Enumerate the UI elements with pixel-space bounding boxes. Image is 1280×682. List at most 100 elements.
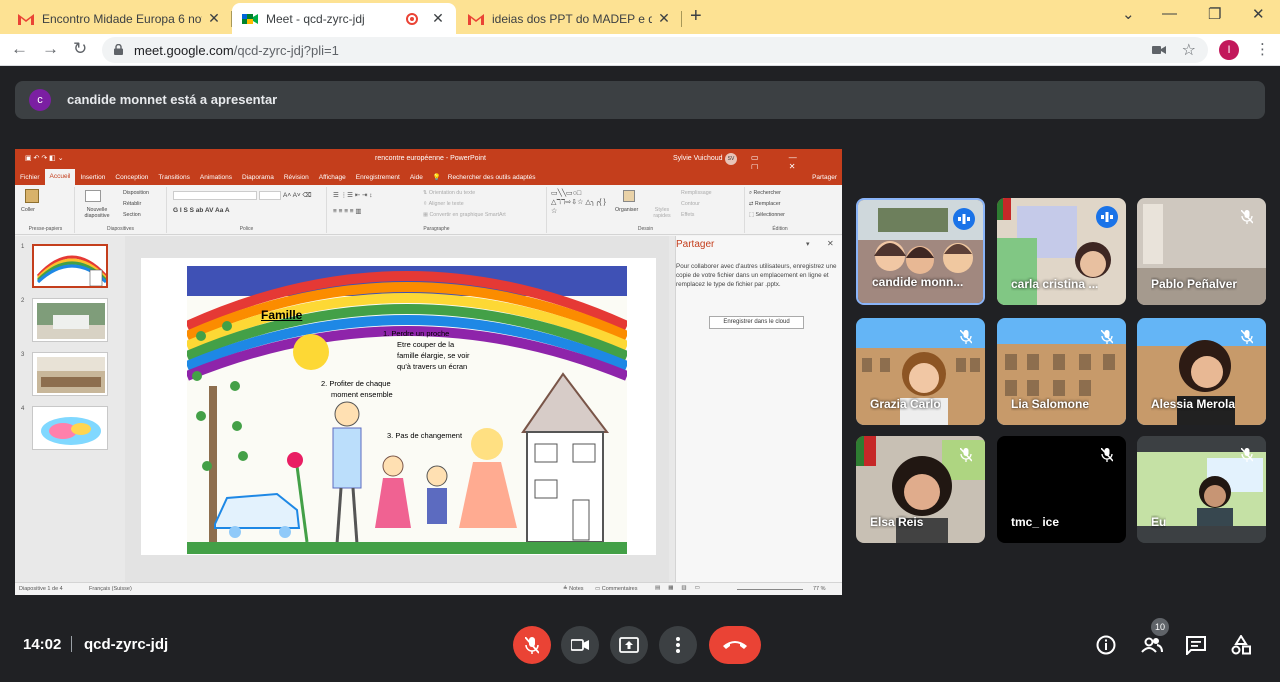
- font-size-box[interactable]: [259, 191, 281, 200]
- new-slide-icon[interactable]: [85, 190, 101, 202]
- restore-icon[interactable]: ❐: [1208, 5, 1221, 23]
- align-text-button[interactable]: ⇳ Aligner le texte: [423, 201, 464, 207]
- participant-tile[interactable]: Lia Salomone: [997, 318, 1126, 425]
- activities-button[interactable]: [1228, 632, 1254, 658]
- minimize-icon[interactable]: —: [1162, 5, 1177, 22]
- zoom-level[interactable]: 77 %: [813, 586, 826, 592]
- ppt-tab[interactable]: Révision: [279, 174, 314, 181]
- layout-button[interactable]: Disposition: [123, 190, 149, 196]
- paste-button[interactable]: Coller: [21, 207, 35, 213]
- replace-button[interactable]: ⇄ Remplacer: [749, 201, 781, 207]
- section-button[interactable]: Section: [123, 212, 141, 218]
- slide-thumbnail-4[interactable]: [32, 406, 108, 450]
- ppt-share-tab[interactable]: Partager: [807, 174, 842, 181]
- ppt-tab[interactable]: Diaporama: [237, 174, 279, 181]
- slide-number: 1: [21, 244, 25, 250]
- ppt-tab[interactable]: Affichage: [314, 174, 351, 181]
- participant-tile[interactable]: tmc_ ice: [997, 436, 1126, 543]
- close-tab-icon[interactable]: ✕: [430, 10, 446, 27]
- paste-icon[interactable]: [25, 189, 39, 203]
- ppt-tab[interactable]: Transitions: [153, 174, 195, 181]
- close-pane-icon[interactable]: ✕: [827, 239, 834, 248]
- align-icons[interactable]: ≡ ≡ ≡ ≡ ▥: [333, 207, 362, 215]
- hang-up-icon: [723, 641, 747, 649]
- fill-button[interactable]: Remplissage: [681, 190, 712, 196]
- leave-call-button[interactable]: [709, 626, 761, 664]
- browser-tab-gmail-2[interactable]: ideias dos PPT do MADEP e do M ✕: [458, 3, 682, 34]
- close-window-icon[interactable]: ✕: [1252, 5, 1265, 23]
- close-tab-icon[interactable]: ✕: [656, 10, 672, 27]
- participant-tile[interactable]: Eu: [1137, 436, 1266, 543]
- slide-thumbnail-3[interactable]: [32, 352, 108, 396]
- chat-button[interactable]: [1183, 632, 1209, 658]
- ppt-tab[interactable]: Aide: [405, 174, 428, 181]
- participant-tile[interactable]: Elsa Reis: [856, 436, 985, 543]
- font-group: A˄ A˅ ⌫ G I S S ab AV Aa A Police: [167, 187, 327, 233]
- address-bar[interactable]: meet.google.com/qcd-zyrc-jdj?pli=1 ☆: [102, 37, 1208, 63]
- comments-button[interactable]: ▭ Commentaires: [595, 586, 638, 592]
- quick-styles-button[interactable]: Styles rapides: [651, 207, 673, 219]
- ppt-tab[interactable]: Fichier: [15, 174, 45, 181]
- camera-toggle-button[interactable]: [561, 626, 599, 664]
- new-tab-button[interactable]: +: [690, 5, 702, 28]
- font-format-icons[interactable]: G I S S ab AV Aa A: [173, 207, 230, 214]
- font-name-box[interactable]: [173, 191, 257, 200]
- slide-thumbnail-1[interactable]: [32, 244, 108, 288]
- meeting-details-button[interactable]: [1093, 632, 1119, 658]
- shapes-gallery[interactable]: ▭╲╲▭○□ △ℸℸ⇨⇩☆ △╮╭{ }☆: [551, 189, 611, 216]
- profile-avatar[interactable]: I: [1219, 40, 1239, 60]
- ppt-tell-me[interactable]: 💡 Rechercher des outils adaptés: [428, 173, 546, 181]
- participant-tile[interactable]: Alessia Merola: [1137, 318, 1266, 425]
- pane-options-icon[interactable]: ▾: [806, 240, 810, 248]
- new-slide-button[interactable]: Nouvelle diapositive: [77, 207, 117, 219]
- zoom-slider[interactable]: [737, 589, 803, 590]
- outline-button[interactable]: Contour: [681, 201, 700, 207]
- back-icon[interactable]: ←: [11, 39, 28, 59]
- forward-icon[interactable]: →: [42, 39, 59, 59]
- participant-tile[interactable]: candide monn...: [856, 198, 985, 305]
- bookmark-star-icon[interactable]: ☆: [1182, 40, 1196, 60]
- activities-icon: [1231, 635, 1251, 655]
- participant-tile[interactable]: Grazia Carlo: [856, 318, 985, 425]
- notes-button[interactable]: ≜ Notes: [563, 586, 584, 592]
- reload-icon[interactable]: ↻: [73, 39, 87, 59]
- ppt-tab[interactable]: Insertion: [75, 174, 110, 181]
- text-direction-button[interactable]: ⇅ Orientation du texte: [423, 190, 475, 196]
- font-size-icons[interactable]: A˄ A˅ ⌫: [283, 191, 312, 199]
- microphone-toggle-button[interactable]: [513, 626, 551, 664]
- find-button[interactable]: ⌕ Rechercher: [749, 190, 781, 197]
- browser-tab-gmail-1[interactable]: Encontro Midade Europa 6 nove ✕: [8, 3, 232, 34]
- ppt-tab-active[interactable]: Accueil: [44, 169, 76, 185]
- tab-search-icon[interactable]: ⌄: [1122, 5, 1135, 23]
- mic-off-icon: [955, 444, 977, 466]
- group-label: Paragraphe: [423, 226, 450, 232]
- gmail-icon: [18, 13, 34, 25]
- participant-tile[interactable]: carla cristina ...: [997, 198, 1126, 305]
- save-to-cloud-button[interactable]: Enregistrer dans le cloud: [709, 316, 804, 329]
- tab-title: ideias dos PPT do MADEP e do M: [492, 11, 652, 26]
- smartart-button[interactable]: ▦ Convertir en graphique SmartArt: [423, 212, 506, 218]
- camera-in-use-icon[interactable]: [1152, 45, 1166, 55]
- view-buttons[interactable]: ▤▦▥▭: [655, 585, 708, 591]
- close-tab-icon[interactable]: ✕: [206, 10, 222, 27]
- effects-button[interactable]: Effets: [681, 212, 694, 218]
- participant-name: Elsa Reis: [870, 515, 924, 529]
- slide-thumbnail-2[interactable]: [32, 298, 108, 342]
- current-slide[interactable]: Famille 1. Perdre un proche Etre couper …: [141, 258, 656, 555]
- ppt-tab[interactable]: Enregistrement: [351, 174, 405, 181]
- ppt-tab[interactable]: Animations: [195, 174, 237, 181]
- meeting-code: qcd-zyrc-jdj: [84, 636, 169, 653]
- ppt-tab[interactable]: Conception: [110, 174, 153, 181]
- select-button[interactable]: ⬚ Sélectionner: [749, 212, 785, 218]
- reset-button[interactable]: Rétablir: [123, 201, 141, 207]
- more-options-button[interactable]: [659, 626, 697, 664]
- participant-tile[interactable]: Pablo Peñalver: [1137, 198, 1266, 305]
- present-screen-button[interactable]: [610, 626, 648, 664]
- browser-tab-meet[interactable]: Meet - qcd-zyrc-jdj ✕: [232, 3, 456, 34]
- arrange-button[interactable]: Organiser: [615, 207, 638, 213]
- browser-menu-icon[interactable]: ⋮: [1255, 40, 1270, 58]
- language[interactable]: Français (Suisse): [89, 586, 132, 592]
- arrange-icon[interactable]: [623, 190, 635, 202]
- list-icons[interactable]: ☰ ⋮☰ ⇤ ⇥ ↕: [333, 191, 373, 199]
- participant-name: Lia Salomone: [1011, 397, 1090, 411]
